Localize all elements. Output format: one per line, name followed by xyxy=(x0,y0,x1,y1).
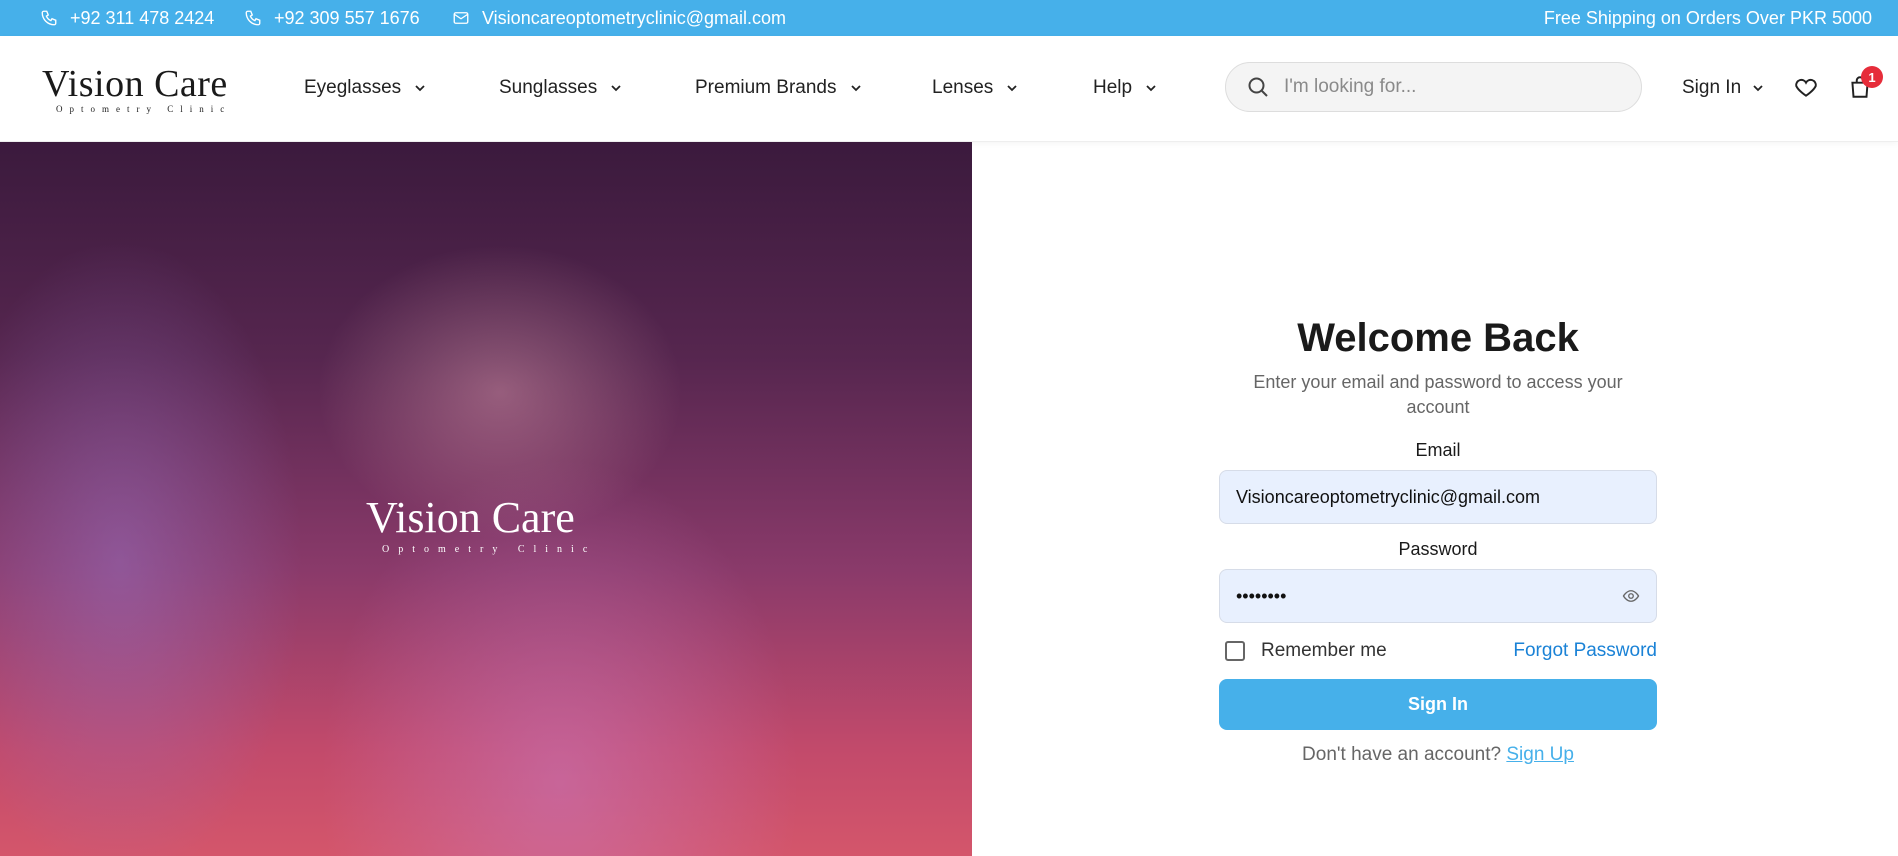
email-field[interactable] xyxy=(1219,470,1657,524)
password-label: Password xyxy=(1398,539,1478,559)
login-title: Welcome Back xyxy=(1297,316,1579,360)
hero-image: Vision Care Optometry Clinic xyxy=(0,142,972,856)
remember-me[interactable]: Remember me xyxy=(1225,640,1387,662)
sign-up-link[interactable]: Sign Up xyxy=(1506,744,1574,765)
logo-text: Vision Care xyxy=(42,63,228,105)
signup-prompt-line: Don't have an account? Sign Up xyxy=(1219,744,1657,766)
eye-icon[interactable] xyxy=(1622,587,1640,605)
chevron-down-icon xyxy=(1146,85,1156,92)
signup-prompt: Don't have an account? xyxy=(1302,744,1502,765)
phone-icon xyxy=(41,10,57,26)
contact-phone-1[interactable]: +92 311 478 2424 xyxy=(40,0,214,36)
nav-label: Help xyxy=(1093,77,1133,98)
search-bar[interactable] xyxy=(1225,62,1642,112)
hero-logo: Vision Care Optometry Clinic xyxy=(366,492,606,562)
shipping-notice: Free Shipping on Orders Over PKR 5000 xyxy=(1543,7,1872,28)
signin-label: Sign In xyxy=(1682,77,1742,98)
contact-phone-2[interactable]: +92 309 557 1676 xyxy=(244,0,420,36)
logo-subtext: Optometry Clinic xyxy=(56,104,232,114)
password-input[interactable]: •••••••• xyxy=(1236,586,1622,607)
password-field[interactable]: •••••••• xyxy=(1219,569,1657,623)
phone-1-text: +92 311 478 2424 xyxy=(70,7,215,28)
chevron-down-icon xyxy=(415,85,425,92)
nav-label: Eyeglasses xyxy=(304,77,402,98)
chevron-down-icon xyxy=(1753,85,1763,92)
chevron-down-icon xyxy=(611,85,621,92)
nav-lenses[interactable]: Lenses xyxy=(932,72,1019,104)
phone-2-text: +92 309 557 1676 xyxy=(274,7,420,28)
mail-icon xyxy=(453,12,469,24)
account-signin-menu[interactable]: Sign In xyxy=(1682,72,1765,104)
search-icon xyxy=(1248,77,1268,97)
phone-icon xyxy=(245,10,261,26)
heart-icon[interactable] xyxy=(1793,74,1819,100)
contact-email[interactable]: Visioncareoptometryclinic@gmail.com xyxy=(452,0,786,36)
top-contact-bar: +92 311 478 2424 +92 309 557 1676 Vision… xyxy=(0,0,1898,36)
remember-label: Remember me xyxy=(1261,640,1387,661)
email-text: Visioncareoptometryclinic@gmail.com xyxy=(482,7,787,28)
nav-premium-brands[interactable]: Premium Brands xyxy=(695,72,863,104)
nav-label: Sunglasses xyxy=(499,77,598,98)
chevron-down-icon xyxy=(850,85,861,92)
hero-logo-subtext: Optometry Clinic xyxy=(382,544,597,555)
email-input[interactable] xyxy=(1236,486,1640,508)
search-input[interactable] xyxy=(1284,76,1604,98)
remember-checkbox[interactable] xyxy=(1225,641,1245,661)
nav-eyeglasses[interactable]: Eyeglasses xyxy=(304,72,427,104)
nav-label: Lenses xyxy=(932,77,994,98)
sign-in-button[interactable]: Sign In xyxy=(1219,679,1657,730)
nav-label: Premium Brands xyxy=(695,77,837,98)
login-subtitle: Enter your email and password to access … xyxy=(1253,372,1623,417)
nav-help[interactable]: Help xyxy=(1093,72,1158,104)
chevron-down-icon xyxy=(1007,85,1017,92)
hero-logo-text: Vision Care xyxy=(366,493,575,542)
site-header: Vision Care Optometry Clinic Eyeglasses … xyxy=(0,36,1898,142)
forgot-password-link[interactable]: Forgot Password xyxy=(1513,640,1657,662)
email-label: Email xyxy=(1415,440,1461,460)
nav-sunglasses[interactable]: Sunglasses xyxy=(499,72,623,104)
site-logo[interactable]: Vision Care Optometry Clinic xyxy=(42,58,227,118)
cart-count-badge: 1 xyxy=(1861,66,1883,88)
